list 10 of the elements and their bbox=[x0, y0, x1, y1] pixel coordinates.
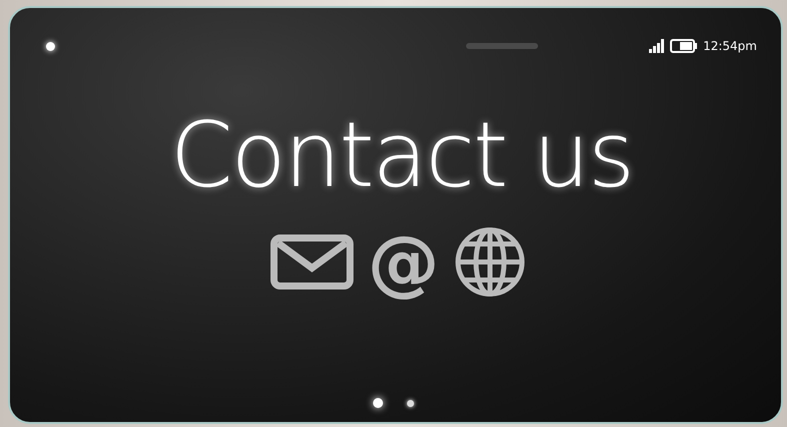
page-title: Contact us bbox=[169, 106, 634, 206]
signal-icon bbox=[649, 39, 666, 53]
camera-dot bbox=[46, 42, 55, 50]
mail-icon bbox=[270, 234, 354, 290]
status-time: 12:54pm bbox=[703, 39, 757, 53]
page-dot[interactable] bbox=[407, 400, 414, 406]
at-sign-icon: @ bbox=[368, 226, 440, 298]
page-dot[interactable] bbox=[373, 398, 383, 408]
battery-icon bbox=[670, 39, 698, 53]
globe-icon bbox=[454, 226, 526, 298]
